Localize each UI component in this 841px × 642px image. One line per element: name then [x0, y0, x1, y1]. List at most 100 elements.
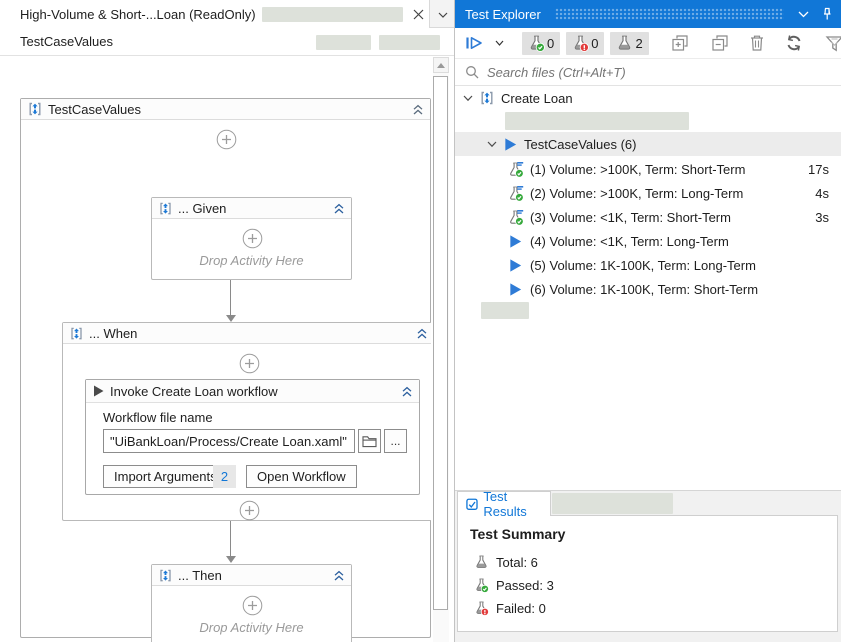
expand-all-button[interactable]	[667, 31, 693, 55]
then-header[interactable]: ... Then	[152, 565, 351, 586]
drop-activity-hint: Drop Activity Here	[152, 253, 351, 268]
delete-results-button[interactable]	[745, 31, 769, 55]
canvas-scrollbar[interactable]	[433, 57, 449, 642]
triangle-up-icon	[437, 63, 445, 68]
test-explorer-toolbar: 0 0 2	[455, 28, 841, 59]
connector-line	[230, 521, 231, 557]
argument-count-badge: 2	[213, 465, 236, 488]
other-count: 2	[635, 36, 642, 51]
test-case-row[interactable]: (3) Volume: <1K, Term: Short-Term 3s	[455, 205, 841, 229]
given-block[interactable]: ... Given Drop Activity Here	[151, 197, 352, 280]
collapse-icon[interactable]	[412, 103, 424, 116]
tree-item-create-loan[interactable]: Create Loan	[455, 86, 841, 110]
test-summary-title: Test Summary	[470, 526, 825, 542]
collapse-icon[interactable]	[333, 202, 345, 215]
test-case-label: (2) Volume: >100K, Term: Long-Term	[530, 186, 743, 201]
run-tests-button[interactable]	[461, 32, 489, 54]
add-activity-button[interactable]	[242, 228, 263, 249]
testcase-sequence-container[interactable]: TestCaseValues ... Given	[20, 98, 431, 638]
when-block[interactable]: ... When Invoke Create Loan workf	[62, 322, 431, 521]
test-case-row[interactable]: (6) Volume: 1K-100K, Term: Short-Term	[455, 277, 841, 301]
sequence-icon	[69, 326, 84, 341]
chevron-down-icon[interactable]	[798, 11, 809, 18]
workflow-file-name-input[interactable]	[103, 429, 355, 453]
tab-test-results[interactable]: Test Results	[457, 491, 551, 516]
tree-item-testcasevalues-group[interactable]: TestCaseValues (6)	[455, 132, 841, 156]
play-icon	[503, 137, 518, 152]
collapse-icon[interactable]	[333, 569, 345, 582]
test-case-row[interactable]: (4) Volume: <1K, Term: Long-Term	[455, 229, 841, 253]
filter-notrun-button[interactable]: 2	[610, 32, 648, 55]
redacted-block	[316, 35, 371, 50]
collapse-icon[interactable]	[401, 385, 413, 398]
folder-icon	[362, 435, 377, 448]
results-tab-bar: Test Results	[455, 491, 841, 515]
connector-arrow-icon	[226, 315, 236, 322]
invoke-workflow-activity[interactable]: Invoke Create Loan workflow Workflow fil…	[85, 379, 420, 495]
refresh-icon	[785, 34, 803, 52]
workflow-file-name-label: Workflow file name	[103, 410, 213, 425]
testcase-passed-icon	[507, 209, 524, 226]
expand-all-icon	[671, 34, 689, 52]
drop-activity-hint: Drop Activity Here	[152, 620, 351, 635]
activity-play-icon	[92, 384, 105, 398]
workflow-canvas: TestCaseValues ... Given	[0, 57, 431, 642]
redacted-tab[interactable]	[552, 493, 673, 514]
filter-failed-button[interactable]: 0	[566, 32, 604, 55]
when-header[interactable]: ... When	[63, 323, 431, 344]
add-activity-button[interactable]	[239, 500, 260, 521]
add-activity-button[interactable]	[242, 595, 263, 616]
close-icon	[413, 9, 424, 20]
pin-icon[interactable]	[821, 7, 833, 21]
test-case-label: (4) Volume: <1K, Term: Long-Term	[530, 234, 729, 249]
given-header[interactable]: ... Given	[152, 198, 351, 219]
sequence-icon	[479, 90, 495, 106]
then-block[interactable]: ... Then Drop Activity Here	[151, 564, 352, 642]
redacted-block	[481, 302, 529, 319]
when-title: ... When	[89, 326, 137, 341]
test-explorer-titlebar[interactable]: Test Explorer	[455, 0, 841, 28]
summary-failed-row: Failed: 0	[470, 597, 825, 620]
toolbar-overflow-button[interactable]	[830, 38, 839, 47]
filter-passed-button[interactable]: 0	[522, 32, 560, 55]
summary-passed-text: Passed: 3	[496, 578, 554, 593]
close-tab-button[interactable]	[410, 6, 427, 23]
redacted-block	[505, 112, 689, 130]
search-icon	[465, 65, 479, 79]
chevron-down-icon[interactable]	[463, 95, 473, 102]
browse-folder-button[interactable]	[358, 429, 381, 453]
add-activity-button[interactable]	[216, 129, 237, 150]
open-workflow-button[interactable]: Open Workflow	[246, 465, 357, 488]
test-case-row[interactable]: (5) Volume: 1K-100K, Term: Long-Term	[455, 253, 841, 277]
run-options-dropdown[interactable]	[495, 37, 508, 49]
redacted-block	[379, 35, 440, 50]
collapse-icon[interactable]	[416, 327, 428, 340]
chevron-down-icon[interactable]	[487, 141, 497, 148]
document-tab-title: High-Volume & Short-...Loan (ReadOnly)	[20, 7, 256, 22]
collapse-all-button[interactable]	[707, 31, 733, 55]
add-activity-button[interactable]	[239, 353, 260, 374]
scrollbar-thumb[interactable]	[433, 76, 448, 610]
invoke-workflow-header[interactable]: Invoke Create Loan workflow	[86, 380, 419, 403]
breadcrumb: TestCaseValues	[0, 28, 454, 56]
play-icon	[508, 234, 523, 249]
breadcrumb-item[interactable]: TestCaseValues	[20, 34, 113, 49]
given-title: ... Given	[178, 201, 226, 216]
test-explorer-panel: Test Explorer 0 0 2	[454, 0, 841, 642]
tab-list-dropdown[interactable]	[434, 6, 451, 23]
chevron-down-small-icon	[830, 38, 839, 47]
testcase-sequence-header[interactable]: TestCaseValues	[21, 99, 430, 120]
scrollbar-up-button[interactable]	[433, 57, 449, 73]
browse-expression-button[interactable]: ...	[384, 429, 407, 453]
test-case-duration: 4s	[815, 186, 841, 201]
testcase-passed-icon	[507, 185, 524, 202]
flask-icon	[474, 555, 489, 570]
search-input[interactable]	[487, 65, 831, 80]
refresh-button[interactable]	[781, 31, 807, 55]
flask-passed-icon	[474, 578, 489, 593]
test-results-section: Test Results Test Summary Total: 6 Passe…	[455, 490, 841, 642]
test-case-row[interactable]: (2) Volume: >100K, Term: Long-Term 4s	[455, 181, 841, 205]
test-case-row[interactable]: (1) Volume: >100K, Term: Short-Term 17s	[455, 157, 841, 181]
import-arguments-button[interactable]: Import Arguments	[103, 465, 228, 488]
flask-failed-icon	[572, 35, 589, 52]
